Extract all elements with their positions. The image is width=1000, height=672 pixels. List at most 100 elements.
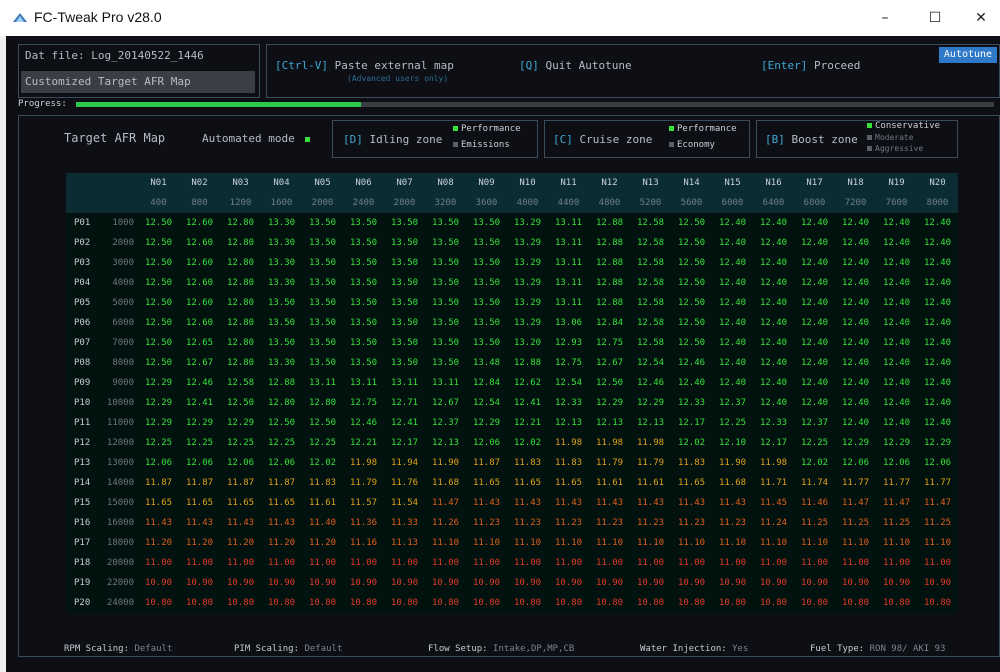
afr-cell[interactable]: 12.40: [876, 358, 917, 368]
afr-cell[interactable]: 11.65: [261, 498, 302, 508]
afr-cell[interactable]: 11.87: [138, 478, 179, 488]
afr-cell[interactable]: 12.50: [671, 338, 712, 348]
afr-cell[interactable]: 11.10: [548, 538, 589, 548]
afr-cell[interactable]: 11.79: [343, 478, 384, 488]
afr-cell[interactable]: 12.75: [589, 338, 630, 348]
afr-cell[interactable]: 12.06: [220, 458, 261, 468]
afr-cell[interactable]: 11.23: [589, 518, 630, 528]
afr-cell[interactable]: 13.20: [507, 338, 548, 348]
afr-cell[interactable]: 11.00: [589, 558, 630, 568]
afr-cell[interactable]: 11.77: [876, 478, 917, 488]
afr-cell[interactable]: 11.47: [876, 498, 917, 508]
minimize-button[interactable]: –: [862, 4, 908, 32]
afr-cell[interactable]: 11.87: [261, 478, 302, 488]
afr-cell[interactable]: 11.10: [917, 538, 958, 548]
afr-cell[interactable]: 12.40: [712, 318, 753, 328]
afr-cell[interactable]: 10.90: [466, 578, 507, 588]
afr-cell[interactable]: 12.40: [876, 298, 917, 308]
afr-cell[interactable]: 13.50: [302, 238, 343, 248]
afr-cell[interactable]: 12.06: [179, 458, 220, 468]
afr-cell[interactable]: 12.40: [671, 378, 712, 388]
afr-cell[interactable]: 11.10: [507, 538, 548, 548]
afr-cell[interactable]: 10.90: [589, 578, 630, 588]
afr-cell[interactable]: 12.46: [630, 378, 671, 388]
afr-cell[interactable]: 13.30: [261, 358, 302, 368]
afr-cell[interactable]: 11.79: [630, 458, 671, 468]
afr-cell[interactable]: 11.13: [384, 538, 425, 548]
afr-cell[interactable]: 12.80: [220, 278, 261, 288]
afr-cell[interactable]: 11.47: [835, 498, 876, 508]
afr-cell[interactable]: 10.80: [753, 598, 794, 608]
afr-cell[interactable]: 11.20: [220, 538, 261, 548]
afr-cell[interactable]: 11.68: [712, 478, 753, 488]
afr-cell[interactable]: 11.61: [302, 498, 343, 508]
afr-cell[interactable]: 12.88: [589, 298, 630, 308]
afr-cell[interactable]: 11.98: [548, 438, 589, 448]
afr-cell[interactable]: 11.23: [671, 518, 712, 528]
afr-cell[interactable]: 11.83: [548, 458, 589, 468]
afr-cell[interactable]: 12.13: [425, 438, 466, 448]
afr-cell[interactable]: 12.25: [712, 418, 753, 428]
afr-cell[interactable]: 10.90: [261, 578, 302, 588]
afr-cell[interactable]: 12.50: [138, 258, 179, 268]
afr-cell[interactable]: 13.50: [466, 258, 507, 268]
afr-cell[interactable]: 12.88: [589, 238, 630, 248]
afr-cell[interactable]: 10.80: [343, 598, 384, 608]
afr-cell[interactable]: 11.00: [876, 558, 917, 568]
afr-cell[interactable]: 12.84: [589, 318, 630, 328]
afr-cell[interactable]: 12.40: [876, 418, 917, 428]
afr-cell[interactable]: 12.40: [917, 318, 958, 328]
afr-cell[interactable]: 11.43: [630, 498, 671, 508]
afr-cell[interactable]: 13.50: [466, 338, 507, 348]
afr-cell[interactable]: 11.10: [671, 538, 712, 548]
afr-cell[interactable]: 11.00: [261, 558, 302, 568]
afr-cell[interactable]: 11.23: [548, 518, 589, 528]
afr-cell[interactable]: 13.50: [302, 218, 343, 228]
afr-cell[interactable]: 13.29: [507, 238, 548, 248]
afr-cell[interactable]: 12.40: [876, 398, 917, 408]
afr-cell[interactable]: 11.10: [466, 538, 507, 548]
close-button[interactable]: ✕: [958, 4, 1000, 32]
afr-cell[interactable]: 11.43: [548, 498, 589, 508]
afr-cell[interactable]: 13.11: [384, 378, 425, 388]
afr-cell[interactable]: 13.50: [302, 258, 343, 268]
boost-option-moderate[interactable]: Moderate: [867, 133, 914, 142]
afr-cell[interactable]: 12.13: [548, 418, 589, 428]
afr-cell[interactable]: 11.00: [384, 558, 425, 568]
afr-cell[interactable]: 12.40: [712, 218, 753, 228]
afr-cell[interactable]: 11.65: [220, 498, 261, 508]
afr-cell[interactable]: 12.40: [917, 298, 958, 308]
afr-cell[interactable]: 12.13: [589, 418, 630, 428]
afr-cell[interactable]: 13.30: [261, 218, 302, 228]
afr-cell[interactable]: 11.46: [794, 498, 835, 508]
afr-cell[interactable]: 12.50: [589, 378, 630, 388]
afr-cell[interactable]: 12.41: [384, 418, 425, 428]
afr-cell[interactable]: 12.80: [261, 398, 302, 408]
afr-cell[interactable]: 13.29: [507, 278, 548, 288]
afr-cell[interactable]: 12.75: [343, 398, 384, 408]
afr-cell[interactable]: 11.87: [179, 478, 220, 488]
afr-cell[interactable]: 11.00: [425, 558, 466, 568]
afr-cell[interactable]: 12.58: [630, 278, 671, 288]
afr-cell[interactable]: 13.30: [261, 258, 302, 268]
afr-cell[interactable]: 12.40: [794, 358, 835, 368]
afr-cell[interactable]: 12.50: [138, 298, 179, 308]
afr-cell[interactable]: 12.17: [753, 438, 794, 448]
afr-cell[interactable]: 12.54: [630, 358, 671, 368]
cruise-option-performance[interactable]: Performance: [669, 124, 737, 134]
afr-cell[interactable]: 12.06: [876, 458, 917, 468]
afr-cell[interactable]: 11.43: [507, 498, 548, 508]
afr-cell[interactable]: 12.33: [548, 398, 589, 408]
afr-cell[interactable]: 12.13: [630, 418, 671, 428]
afr-cell[interactable]: 11.00: [179, 558, 220, 568]
afr-cell[interactable]: 11.00: [220, 558, 261, 568]
afr-cell[interactable]: 13.50: [425, 238, 466, 248]
afr-cell[interactable]: 13.50: [466, 318, 507, 328]
afr-cell[interactable]: 12.50: [671, 298, 712, 308]
afr-cell[interactable]: 10.90: [138, 578, 179, 588]
afr-cell[interactable]: 12.40: [917, 418, 958, 428]
afr-cell[interactable]: 12.29: [138, 418, 179, 428]
afr-cell[interactable]: 12.40: [794, 258, 835, 268]
afr-cell[interactable]: 13.50: [425, 258, 466, 268]
quit-command[interactable]: [Q] Quit Autotune: [519, 59, 632, 72]
